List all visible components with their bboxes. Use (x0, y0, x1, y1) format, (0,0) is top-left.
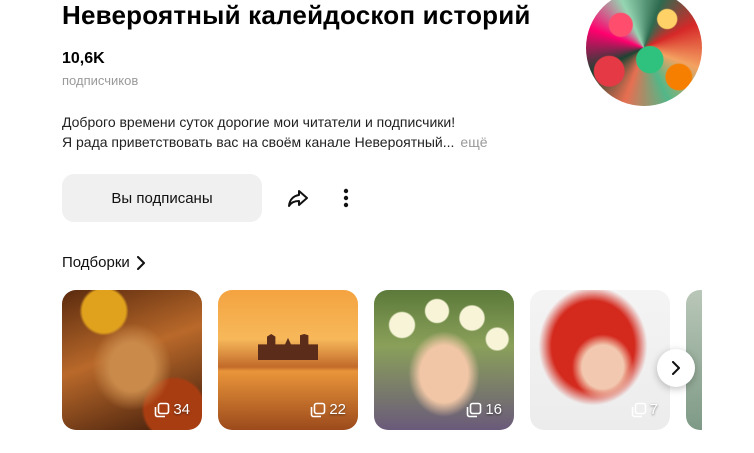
gallery-icon (467, 402, 482, 417)
castle-illustration (258, 334, 318, 360)
subscribers-count: 10,6K (62, 50, 105, 67)
collections-heading[interactable]: Подборки (62, 254, 146, 271)
collection-card[interactable]: 22 (218, 290, 358, 430)
collection-count: 16 (466, 401, 502, 418)
collection-card[interactable]: 7 (530, 290, 670, 430)
more-link[interactable]: ещё (460, 134, 487, 150)
chevron-right-icon (136, 255, 145, 270)
description-line: Доброго времени суток дорогие мои читате… (62, 114, 456, 130)
gallery-icon (311, 402, 326, 417)
collection-count: 7 (631, 401, 658, 418)
share-button[interactable] (282, 182, 314, 214)
collection-card[interactable]: 16 (374, 290, 514, 430)
share-icon (288, 190, 308, 207)
collection-count-value: 22 (329, 401, 346, 418)
carousel-next-button[interactable] (657, 349, 695, 387)
subscribers-label: подписчиков (62, 73, 139, 88)
channel-avatar[interactable] (586, 0, 702, 106)
collection-card[interactable]: 34 (62, 290, 202, 430)
gallery-icon (631, 402, 646, 417)
more-options-button[interactable] (332, 182, 360, 214)
description-text: Я рада приветствовать вас на своём канал… (62, 134, 455, 150)
collection-count-value: 16 (485, 401, 502, 418)
channel-description: Доброго времени суток дорогие мои читате… (62, 112, 542, 152)
gallery-icon (155, 402, 170, 417)
subscribed-button[interactable]: Вы подписаны (62, 174, 262, 222)
more-vertical-icon (343, 188, 349, 208)
chevron-right-icon (672, 361, 680, 375)
collection-count-value: 34 (173, 401, 190, 418)
collections-title: Подборки (62, 254, 130, 271)
collection-count: 22 (310, 401, 346, 418)
channel-title: Невероятный калейдоскоп историй (62, 0, 531, 30)
collection-count: 34 (154, 401, 190, 418)
collections-carousel: 34 22 16 7 (62, 290, 702, 430)
collection-count-value: 7 (649, 401, 658, 418)
description-line: Я рада приветствовать вас на своём канал… (62, 132, 542, 152)
